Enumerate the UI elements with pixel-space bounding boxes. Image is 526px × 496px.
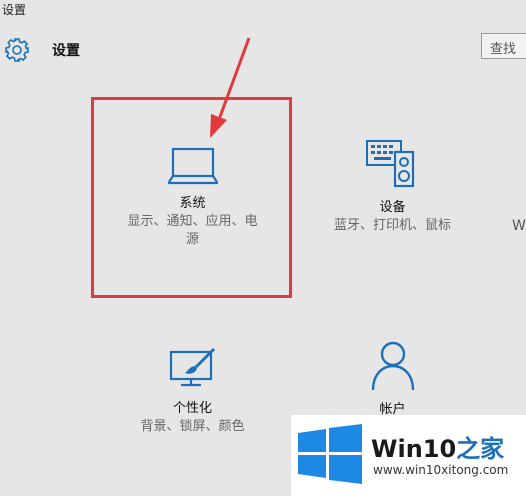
annotation-arrow-icon — [210, 37, 251, 138]
windows-logo-icon — [298, 424, 362, 484]
tile-devices-name: 设备 — [379, 200, 406, 215]
tile-personalization[interactable]: 个性化 背景、锁屏、颜色 — [105, 347, 280, 436]
window-title: 设置 — [2, 3, 27, 17]
watermark-title: Win10之家 — [371, 429, 504, 464]
tile-personalization-name: 个性化 — [172, 401, 212, 416]
page-title: 设置 — [52, 43, 80, 59]
watermark-url: www.win10xitong.com — [373, 463, 509, 477]
tile-personalization-desc: 背景、锁屏、颜色 — [140, 419, 245, 434]
devices-icon — [365, 140, 414, 188]
tile-devices[interactable]: 设备 蓝牙、打印机、鼠标 — [305, 138, 480, 235]
tile-accounts[interactable]: 帐户 — [305, 340, 480, 417]
search-input[interactable]: 查找 — [481, 33, 526, 59]
watermark-brand: Win10 — [371, 435, 457, 463]
watermark: Win10之家 www.win10xitong.com — [291, 415, 526, 496]
watermark-suffix: 之家 — [456, 435, 505, 463]
gear-icon — [5, 38, 29, 62]
person-icon — [371, 341, 414, 391]
tile-devices-desc: 蓝牙、打印机、鼠标 — [333, 218, 451, 233]
personalization-icon — [169, 347, 215, 387]
highlight-box — [91, 97, 292, 298]
partial-tile-label: W — [512, 218, 526, 234]
